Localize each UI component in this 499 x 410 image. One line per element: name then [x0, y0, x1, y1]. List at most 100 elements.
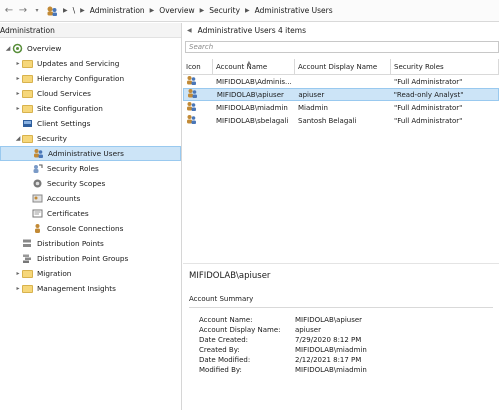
account-name-cell: MIFIDOLAB\sbelagali: [216, 116, 289, 125]
sidebar-item-migration[interactable]: ▸ Migration: [0, 266, 181, 281]
folder-icon: [22, 270, 33, 278]
account-name-cell: MIFIDOLAB\Adminis...: [216, 77, 292, 86]
dpg-icon: [23, 254, 31, 263]
sidebar-item-site-configuration[interactable]: ▸ Site Configuration: [0, 101, 181, 116]
forward-icon[interactable]: →: [16, 4, 30, 18]
breadcrumb-administration[interactable]: Administration: [90, 6, 145, 15]
breadcrumb-administrative-users[interactable]: Administrative Users: [255, 6, 333, 15]
expand-arrow-icon[interactable]: ▸: [14, 285, 22, 292]
column-header-icon[interactable]: Icon: [183, 59, 213, 74]
roles-icon: [33, 164, 43, 173]
column-header-account-name-label: Account Name: [216, 63, 268, 71]
table-row[interactable]: MIFIDOLAB\apiuser apiuser "Read-only Analy…: [183, 88, 499, 101]
sort-ascending-icon: ▲: [247, 60, 251, 66]
collapse-arrow-icon[interactable]: ◢: [4, 45, 12, 52]
column-header-security-roles[interactable]: Security Roles: [391, 59, 499, 74]
breadcrumb-separator: ▶: [199, 7, 205, 14]
navigation-pane: Administration ◢ Overview ▸ Updates and Ser…: [0, 23, 182, 410]
breadcrumb-overview[interactable]: Overview: [159, 6, 194, 15]
sidebar-item-label: Distribution Point Groups: [37, 254, 129, 263]
security-roles-cell: "Full Administrator": [394, 77, 463, 86]
display-name-cell: Santosh Belagali: [298, 116, 357, 125]
user-icon: [187, 115, 196, 124]
search-input[interactable]: Search: [185, 41, 499, 53]
sidebar-item-client-settings[interactable]: Client Settings: [0, 116, 181, 131]
column-header-display-name[interactable]: Account Display Name: [295, 59, 391, 74]
breadcrumb-separator: ▶: [80, 7, 85, 14]
sidebar-item-management-insights[interactable]: ▸ Management Insights: [0, 281, 181, 296]
back-icon[interactable]: ←: [2, 4, 16, 18]
breadcrumb-security[interactable]: Security: [209, 6, 240, 15]
sidebar-item-label: Site Configuration: [37, 104, 103, 113]
sidebar-item-label: Overview: [27, 44, 62, 53]
security-roles-cell: "Read-only Analyst": [393, 90, 464, 99]
detail-field-value: apiuser: [295, 326, 321, 334]
sidebar-item-label: Client Settings: [37, 119, 91, 128]
sidebar-item-updates-and-servicing[interactable]: ▸ Updates and Servicing: [0, 56, 181, 71]
expand-arrow-icon[interactable]: ▸: [14, 75, 22, 82]
sidebar-item-label: Accounts: [47, 194, 81, 203]
detail-field-value: 7/29/2020 8:12 PM: [295, 336, 362, 344]
security-roles-cell: "Full Administrator": [394, 103, 463, 112]
users-grid: Icon ▲ Account Name Account Display Name…: [183, 59, 499, 127]
sidebar-item-certificates[interactable]: Certificates: [0, 206, 181, 221]
sidebar-item-label: Distribution Points: [37, 239, 104, 248]
collapse-arrow-icon[interactable]: ◢: [14, 135, 22, 142]
content-pane-header: ◀ Administrative Users 4 items: [183, 23, 499, 38]
details-pane: MIFIDOLAB\apiuser Account Summary Accoun…: [183, 263, 499, 376]
detail-field: Account Display Name: apiuser: [199, 326, 499, 336]
accounts-icon: [32, 194, 43, 203]
table-row[interactable]: MIFIDOLAB\miadmin Miadmin "Full Administra…: [183, 101, 499, 114]
dp-icon: [23, 239, 31, 247]
sidebar-item-label: Management Insights: [37, 284, 116, 293]
details-section-title: Account Summary: [189, 295, 254, 303]
details-divider: [189, 307, 493, 308]
history-dropdown-icon[interactable]: ▾: [30, 4, 44, 18]
collapse-icon[interactable]: ◀: [187, 27, 192, 34]
detail-field: Account Name: MIFIDOLAB\apiuser: [199, 316, 499, 326]
sidebar-item-security-scopes[interactable]: Security Scopes: [0, 176, 181, 191]
detail-field-value: 2/12/2021 8:17 PM: [295, 356, 362, 364]
expand-arrow-icon[interactable]: ▸: [14, 270, 22, 277]
breadcrumb-root[interactable]: \: [73, 6, 76, 15]
folder-icon: [22, 90, 33, 98]
user-icon: [187, 76, 196, 85]
column-header-account-name[interactable]: ▲ Account Name: [213, 59, 295, 74]
grid-header: Icon ▲ Account Name Account Display Name…: [183, 59, 499, 75]
detail-field-label: Created By:: [199, 346, 240, 354]
table-row[interactable]: MIFIDOLAB\Adminis... "Full Administrator": [183, 75, 499, 88]
expand-arrow-icon[interactable]: ▸: [14, 60, 22, 67]
sidebar-item-hierarchy-configuration[interactable]: ▸ Hierarchy Configuration: [0, 71, 181, 86]
sidebar-item-label: Hierarchy Configuration: [37, 74, 125, 83]
breadcrumb-separator: ▶: [245, 7, 250, 14]
sidebar-item-accounts[interactable]: Accounts: [0, 191, 181, 206]
cert-icon: [32, 209, 43, 218]
table-row[interactable]: MIFIDOLAB\sbelagali Santosh Belagali "Full…: [183, 114, 499, 127]
sidebar-item-administrative-users[interactable]: Administrative Users: [0, 146, 181, 161]
sidebar-item-distribution-point-groups[interactable]: Distribution Point Groups: [0, 251, 181, 266]
sidebar-item-label: Console Connections: [47, 224, 124, 233]
navigation-pane-header: Administration: [0, 23, 181, 38]
user-icon: [188, 89, 197, 98]
folder-icon: [22, 135, 33, 143]
account-name-cell: MIFIDOLAB\apiuser: [216, 90, 284, 99]
detail-field-label: Date Created:: [199, 336, 249, 344]
sidebar-item-label: Updates and Servicing: [37, 59, 120, 68]
console-app-icon: [47, 6, 57, 16]
sidebar-item-cloud-services[interactable]: ▸ Cloud Services: [0, 86, 181, 101]
sidebar-item-security[interactable]: ◢ Security: [0, 131, 181, 146]
detail-field: Modified By: MIFIDOLAB\miadmin: [199, 366, 499, 376]
expand-arrow-icon[interactable]: ▸: [14, 105, 22, 112]
row-icon-cell: [184, 88, 214, 101]
account-name-cell: MIFIDOLAB\miadmin: [216, 103, 288, 112]
display-name-cell: Miadmin: [298, 103, 328, 112]
security-roles-cell: "Full Administrator": [394, 116, 463, 125]
sidebar-item-distribution-points[interactable]: Distribution Points: [0, 236, 181, 251]
grid-body: MIFIDOLAB\Adminis... "Full Administrator"…: [183, 75, 499, 127]
breadcrumb-separator: ▶: [63, 7, 68, 14]
sidebar-item-console-connections[interactable]: Console Connections: [0, 221, 181, 236]
expand-arrow-icon[interactable]: ▸: [14, 90, 22, 97]
sidebar-item-security-roles[interactable]: Security Roles: [0, 161, 181, 176]
detail-field-value: MIFIDOLAB\apiuser: [295, 316, 363, 324]
sidebar-item-overview[interactable]: ◢ Overview: [0, 41, 181, 56]
